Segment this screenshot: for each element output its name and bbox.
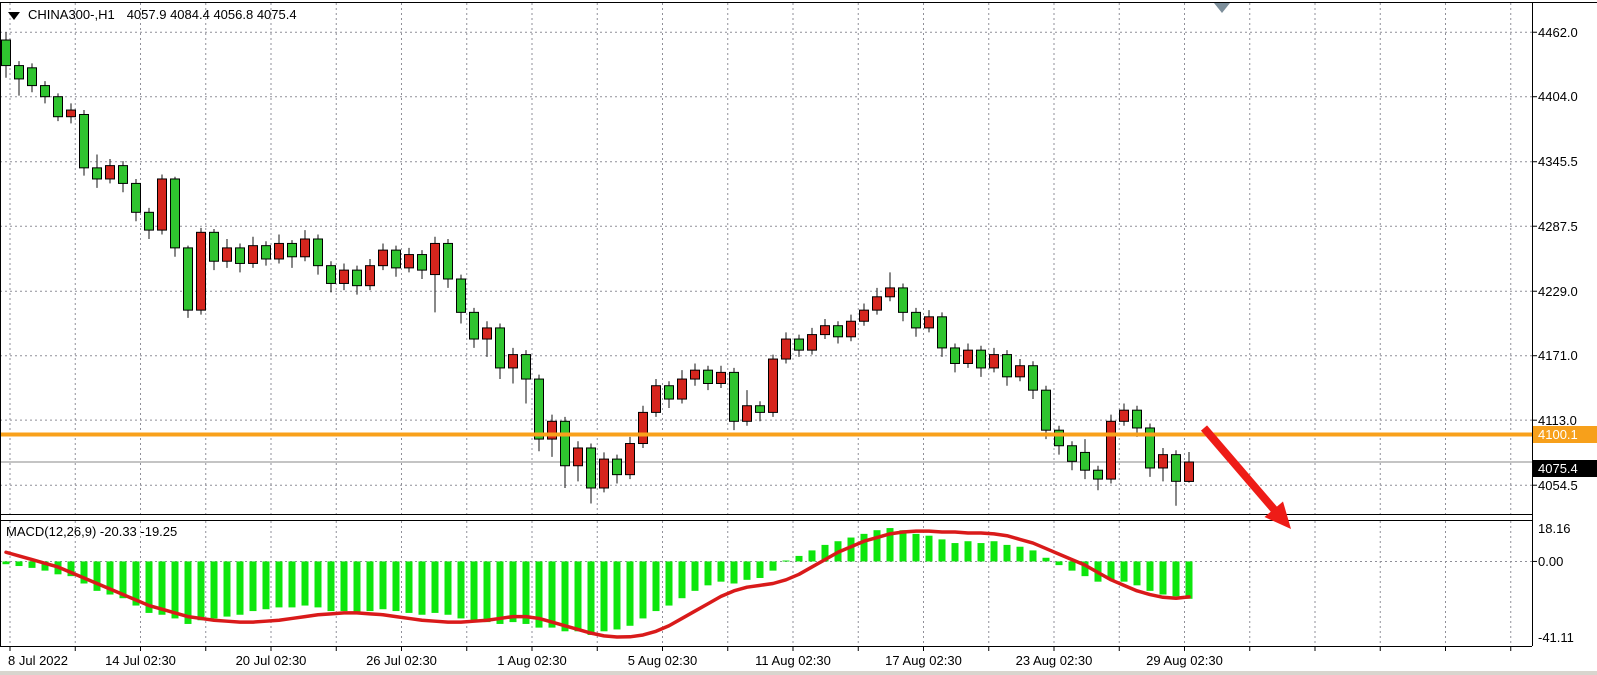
chart-canvas[interactable]: [0, 0, 1597, 675]
time-axis-label: 1 Aug 02:30: [497, 653, 566, 668]
chart-title: CHINA300-,H1 4057.9 4084.4 4056.8 4075.4: [8, 7, 297, 22]
time-axis-label: 11 Aug 02:30: [755, 653, 831, 668]
scroll-position-icon: [1214, 3, 1230, 13]
symbol-label: CHINA300-,H1: [28, 7, 115, 22]
price-axis-label: 4462.0: [1538, 25, 1578, 40]
time-axis-label: 23 Aug 02:30: [1016, 653, 1093, 668]
ohlc-values: 4057.9 4084.4 4056.8 4075.4: [127, 7, 297, 22]
macd-axis-label: -41.11: [1538, 630, 1574, 645]
time-axis-label: 20 Jul 02:30: [236, 653, 307, 668]
time-axis-label: 17 Aug 02:30: [885, 653, 962, 668]
time-axis-label: 26 Jul 02:30: [366, 653, 437, 668]
window-edge: [0, 671, 1597, 675]
current-price-badge: 4075.4: [1533, 460, 1597, 477]
price-axis-label: 4287.5: [1538, 219, 1578, 234]
time-axis-label: 8 Jul 2022: [8, 653, 68, 668]
macd-axis-label: 18.16: [1538, 521, 1571, 536]
price-axis-label: 4345.5: [1538, 154, 1578, 169]
time-axis-label: 5 Aug 02:30: [628, 653, 697, 668]
price-axis-label: 4404.0: [1538, 89, 1578, 104]
level-price-badge: 4100.1: [1533, 426, 1597, 443]
chart-window: CHINA300-,H14057.9 4084.4 4056.8 4075.4 …: [0, 0, 1597, 675]
time-axis-label: 29 Aug 02:30: [1146, 653, 1223, 668]
price-axis-label: 4054.5: [1538, 478, 1578, 493]
price-axis-label: 4171.0: [1538, 348, 1578, 363]
down-arrow-annotation[interactable]: [1204, 428, 1291, 529]
time-axis-label: 14 Jul 02:30: [105, 653, 176, 668]
macd-axis-label: 0.00: [1538, 554, 1563, 569]
symbol-dropdown-icon[interactable]: [8, 12, 20, 20]
price-axis-label: 4229.0: [1538, 284, 1578, 299]
macd-indicator-label: MACD(12,26,9) -20.33 -19.25: [6, 524, 177, 539]
